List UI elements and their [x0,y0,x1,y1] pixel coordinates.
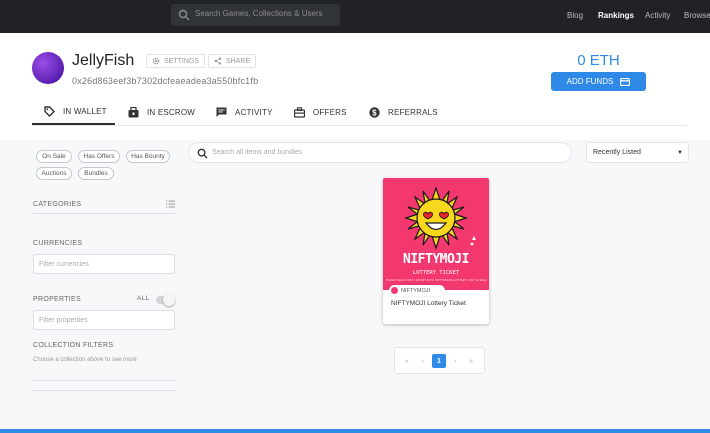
share-button[interactable]: SHARE [208,54,257,68]
pagination-prev[interactable]: ‹ [416,354,430,368]
properties-all-toggle[interactable] [156,294,175,306]
currencies-title: CURRENCIES [33,240,83,247]
offers-icon [294,107,305,118]
item-art-title: NIFTYMOJI [403,252,469,267]
collection-name: NIFTYMOJI [401,287,431,294]
settings-label: SETTINGS [164,57,200,65]
tabs-divider [32,125,686,126]
svg-text:$: $ [372,108,377,117]
settings-button[interactable]: SETTINGS [146,54,206,68]
item-art-fine-print: TICKET VALID FOR 1 ENTRY INTO NIFTYMOJIS… [385,278,487,282]
tab-referrals-label: REFERRALS [388,108,438,117]
properties-filter-input[interactable]: Filter properties [33,310,175,330]
pagination-first[interactable]: « [400,354,414,368]
tab-offers-label: OFFERS [313,108,347,117]
tab-in-escrow[interactable]: IN ESCROW [128,100,195,125]
search-icon [178,9,190,21]
gear-icon [152,57,160,65]
currencies-filter-input[interactable]: Filter currencies [33,254,175,274]
username: JellyFish [72,52,135,69]
filter-chip-has-offers[interactable]: Has Offers [78,150,120,163]
sort-value: Recently Listed [593,149,641,156]
toggle-knob [163,294,175,306]
collection-avatar [391,287,398,294]
add-funds-button[interactable]: ADD FUNDS [551,72,646,91]
tab-referrals[interactable]: $ REFERRALS [369,100,438,125]
item-art-subtitle: LOTTERY TICKET [412,270,460,276]
properties-filter-placeholder: Filter properties [39,316,88,324]
items-search-placeholder: Search all items and bundles [212,149,302,156]
eth-balance: 0 ETH [577,52,620,69]
sidebar-divider [33,213,175,214]
share-icon [214,57,222,65]
add-funds-label: ADD FUNDS [566,77,614,86]
pagination-last[interactable]: » [464,354,478,368]
item-card[interactable]: NIFTYMOJI LOTTERY TICKET TICKET VALID FO… [383,178,489,324]
item-card-image: NIFTYMOJI LOTTERY TICKET TICKET VALID FO… [383,178,489,290]
collection-badge[interactable]: NIFTYMOJI [389,285,445,296]
properties-title: PROPERTIES [33,296,81,303]
pagination-next[interactable]: › [448,354,462,368]
tab-offers[interactable]: OFFERS [294,100,347,125]
tab-in-wallet[interactable]: IN WALLET [32,100,115,125]
collection-filters-title: COLLECTION FILTERS [33,342,114,349]
list-icon[interactable] [166,200,175,208]
bottom-accent-bar [0,429,710,433]
chat-icon [216,107,227,117]
top-nav-bar: Search Games, Collections & Users Blog R… [0,0,710,33]
escrow-icon [128,107,139,118]
filter-chip-auctions[interactable]: Auctions [36,167,72,180]
pagination: « ‹ 1 › » [394,347,485,374]
nav-blog[interactable]: Blog [567,11,583,20]
nav-activity[interactable]: Activity [645,11,670,20]
collection-filters-hint: Choose a collection above to see more [33,357,137,363]
nav-browse[interactable]: Browse [684,11,710,20]
sidebar-divider [33,390,175,391]
tab-activity[interactable]: ACTIVITY [216,100,273,125]
tab-activity-label: ACTIVITY [235,108,273,117]
tag-icon [44,106,55,117]
properties-toggle-label: ALL [137,295,150,302]
credit-card-icon [620,77,631,86]
global-search-placeholder: Search Games, Collections & Users [195,9,323,18]
profile-header: JellyFish SETTINGS SHARE 0x26d863eef3b73… [0,33,710,140]
wallet-address[interactable]: 0x26d863eef3b7302dcfeaeadea3a550bfc1fb [72,76,258,86]
sort-select[interactable]: Recently Listed ▼ [586,142,689,163]
caret-down-icon: ▼ [677,150,683,156]
share-label: SHARE [226,57,251,65]
avatar [32,52,64,84]
categories-title: CATEGORIES [33,201,82,208]
filter-chip-has-bounty[interactable]: Has Bounty [126,150,170,163]
sidebar-divider [33,380,175,381]
item-name: NIFTYMOJI Lottery Ticket [391,300,466,307]
currencies-filter-placeholder: Filter currencies [39,260,89,268]
filter-chip-on-sale[interactable]: On Sale [36,150,72,163]
global-search-box[interactable]: Search Games, Collections & Users [171,4,340,26]
tab-in-wallet-label: IN WALLET [63,107,107,116]
filter-chip-bundles[interactable]: Bundles [78,167,114,180]
items-search-input[interactable]: Search all items and bundles [188,142,572,163]
nav-rankings[interactable]: Rankings [598,11,634,20]
dollar-icon: $ [369,107,380,118]
search-icon [197,148,208,159]
tab-in-escrow-label: IN ESCROW [147,108,196,117]
pagination-page-1[interactable]: 1 [432,354,446,368]
